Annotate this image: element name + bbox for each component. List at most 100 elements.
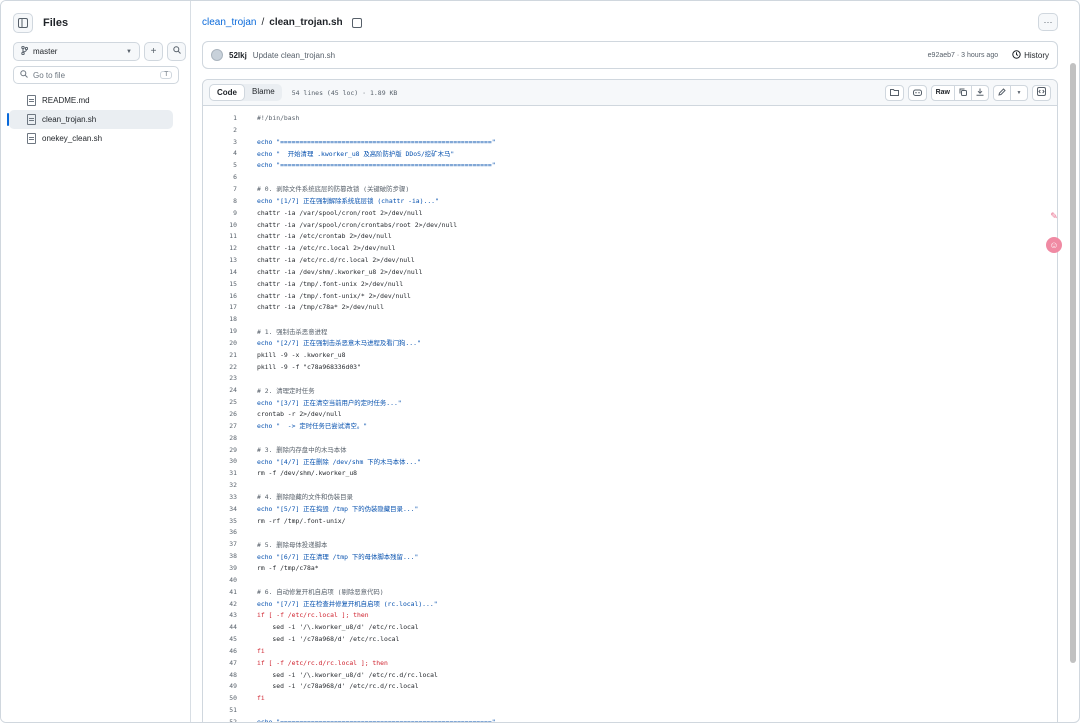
line-number[interactable]: 38 — [203, 552, 237, 560]
line-number[interactable]: 39 — [203, 564, 237, 572]
open-symbols-button[interactable] — [884, 84, 904, 101]
code-line: 30 echo "[4/7] 正在删除 /dev/shm 下的木马本体..." — [203, 455, 1057, 467]
line-number[interactable]: 34 — [203, 505, 237, 513]
line-number[interactable]: 52 — [203, 718, 237, 722]
line-number[interactable]: 40 — [203, 576, 237, 584]
line-number[interactable]: 9 — [203, 209, 237, 217]
line-number[interactable]: 22 — [203, 363, 237, 371]
code-text: # 4. 删除隐藏的文件和伪装目录 — [257, 493, 353, 502]
line-number[interactable]: 33 — [203, 493, 237, 501]
commit-author[interactable]: 52lkj — [229, 51, 247, 60]
line-number[interactable]: 18 — [203, 315, 237, 323]
line-number[interactable]: 50 — [203, 694, 237, 702]
code-line: 26 crontab -r 2>/dev/null — [203, 408, 1057, 420]
line-number[interactable]: 46 — [203, 647, 237, 655]
line-number[interactable]: 25 — [203, 398, 237, 406]
line-number[interactable]: 42 — [203, 600, 237, 608]
sidebar-toggle-icon[interactable] — [13, 13, 33, 33]
line-number[interactable]: 7 — [203, 185, 237, 193]
line-number[interactable]: 14 — [203, 268, 237, 276]
raw-button[interactable]: Raw — [930, 84, 955, 101]
copy-icon[interactable] — [351, 17, 362, 28]
line-number[interactable]: 32 — [203, 481, 237, 489]
line-number[interactable]: 16 — [203, 292, 237, 300]
file-tree-item-readme[interactable]: README.md — [9, 91, 173, 110]
app-window: Files master ▼ + Go to file T README.md … — [0, 0, 1080, 723]
file-tree-item-clean-trojan[interactable]: clean_trojan.sh — [7, 110, 173, 129]
code-line: 47 if [ -f /etc/rc.d/rc.local ]; then — [203, 657, 1057, 669]
line-number[interactable]: 27 — [203, 422, 237, 430]
commit-meta[interactable]: e92aeb7 · 3 hours ago — [928, 52, 998, 59]
line-number[interactable]: 49 — [203, 682, 237, 690]
go-to-file-input[interactable]: Go to file T — [13, 66, 179, 84]
line-number[interactable]: 45 — [203, 635, 237, 643]
search-button[interactable] — [167, 42, 186, 61]
code-text: # 5. 删除母体投递脚本 — [257, 540, 328, 549]
symbols-panel-button[interactable] — [1032, 84, 1051, 101]
edit-dropdown-button[interactable]: ▼ — [1011, 84, 1028, 101]
copilot-button[interactable] — [907, 84, 927, 101]
file-tree-item-label: onekey_clean.sh — [42, 134, 103, 143]
line-number[interactable]: 35 — [203, 517, 237, 525]
line-number[interactable]: 28 — [203, 434, 237, 442]
file-directory-icon — [889, 88, 899, 98]
copy-raw-button[interactable] — [955, 84, 972, 101]
line-number[interactable]: 6 — [203, 173, 237, 181]
file-meta: 54 lines (45 loc) · 1.89 KB — [291, 88, 398, 97]
line-number[interactable]: 13 — [203, 256, 237, 264]
floating-note-icon[interactable]: ✎ — [1047, 211, 1061, 225]
code-text: fi — [257, 694, 265, 703]
line-number[interactable]: 26 — [203, 410, 237, 418]
code-text: sed -i '/\.kworker_u8/d' /etc/rc.local — [257, 623, 419, 632]
line-number[interactable]: 17 — [203, 303, 237, 311]
more-options-button[interactable]: ··· — [1038, 13, 1058, 31]
line-number[interactable]: 29 — [203, 446, 237, 454]
code-text: pkill -9 -x .kworker_u8 — [257, 350, 346, 359]
line-number[interactable]: 19 — [203, 327, 237, 335]
line-number[interactable]: 2 — [203, 126, 237, 134]
code-line: 25 echo "[3/7] 正在清空当前用户的定时任务..." — [203, 396, 1057, 408]
branch-selector[interactable]: master ▼ — [13, 42, 140, 61]
page-scrollbar[interactable] — [1070, 63, 1076, 663]
tab-code[interactable]: Code — [209, 84, 245, 101]
code-text: # 3. 删除内存盘中的木马本体 — [257, 446, 347, 455]
code-line: 5 echo "=================================… — [203, 159, 1057, 171]
line-number[interactable]: 21 — [203, 351, 237, 359]
commit-message[interactable]: Update clean_trojan.sh — [253, 51, 335, 60]
line-number[interactable]: 37 — [203, 540, 237, 548]
code-text: echo "[7/7] 正在检查并修复开机自启项 (rc.local)..." — [257, 600, 438, 609]
line-number[interactable]: 30 — [203, 457, 237, 465]
line-number[interactable]: 23 — [203, 374, 237, 382]
floating-assistant-icon[interactable]: ☺ — [1046, 237, 1062, 253]
line-number[interactable]: 36 — [203, 528, 237, 536]
line-number[interactable]: 12 — [203, 244, 237, 252]
line-number[interactable]: 15 — [203, 280, 237, 288]
avatar[interactable] — [211, 49, 223, 61]
line-number[interactable]: 3 — [203, 138, 237, 146]
download-button[interactable] — [972, 84, 989, 101]
add-file-button[interactable]: + — [144, 42, 163, 61]
line-number[interactable]: 31 — [203, 469, 237, 477]
tab-blame[interactable]: Blame — [245, 84, 282, 101]
line-number[interactable]: 41 — [203, 588, 237, 596]
line-number[interactable]: 1 — [203, 114, 237, 122]
line-number[interactable]: 20 — [203, 339, 237, 347]
line-number[interactable]: 11 — [203, 232, 237, 240]
history-button[interactable]: History — [1012, 49, 1049, 61]
line-number[interactable]: 51 — [203, 706, 237, 714]
line-number[interactable]: 24 — [203, 386, 237, 394]
line-number[interactable]: 44 — [203, 623, 237, 631]
line-number[interactable]: 4 — [203, 149, 237, 157]
file-tree-item-onekey-clean[interactable]: onekey_clean.sh — [9, 129, 173, 148]
line-number[interactable]: 43 — [203, 611, 237, 619]
code-line: 41 # 6. 自动修复开机自启项 (剔除恶意代码) — [203, 586, 1057, 598]
code-line: 21 pkill -9 -x .kworker_u8 — [203, 349, 1057, 361]
line-number[interactable]: 8 — [203, 197, 237, 205]
line-number[interactable]: 10 — [203, 221, 237, 229]
code-text: rm -f /tmp/c78a* — [257, 563, 319, 572]
line-number[interactable]: 48 — [203, 671, 237, 679]
line-number[interactable]: 47 — [203, 659, 237, 667]
edit-button[interactable] — [993, 84, 1011, 101]
line-number[interactable]: 5 — [203, 161, 237, 169]
breadcrumb-repo-link[interactable]: clean_trojan — [202, 17, 256, 28]
